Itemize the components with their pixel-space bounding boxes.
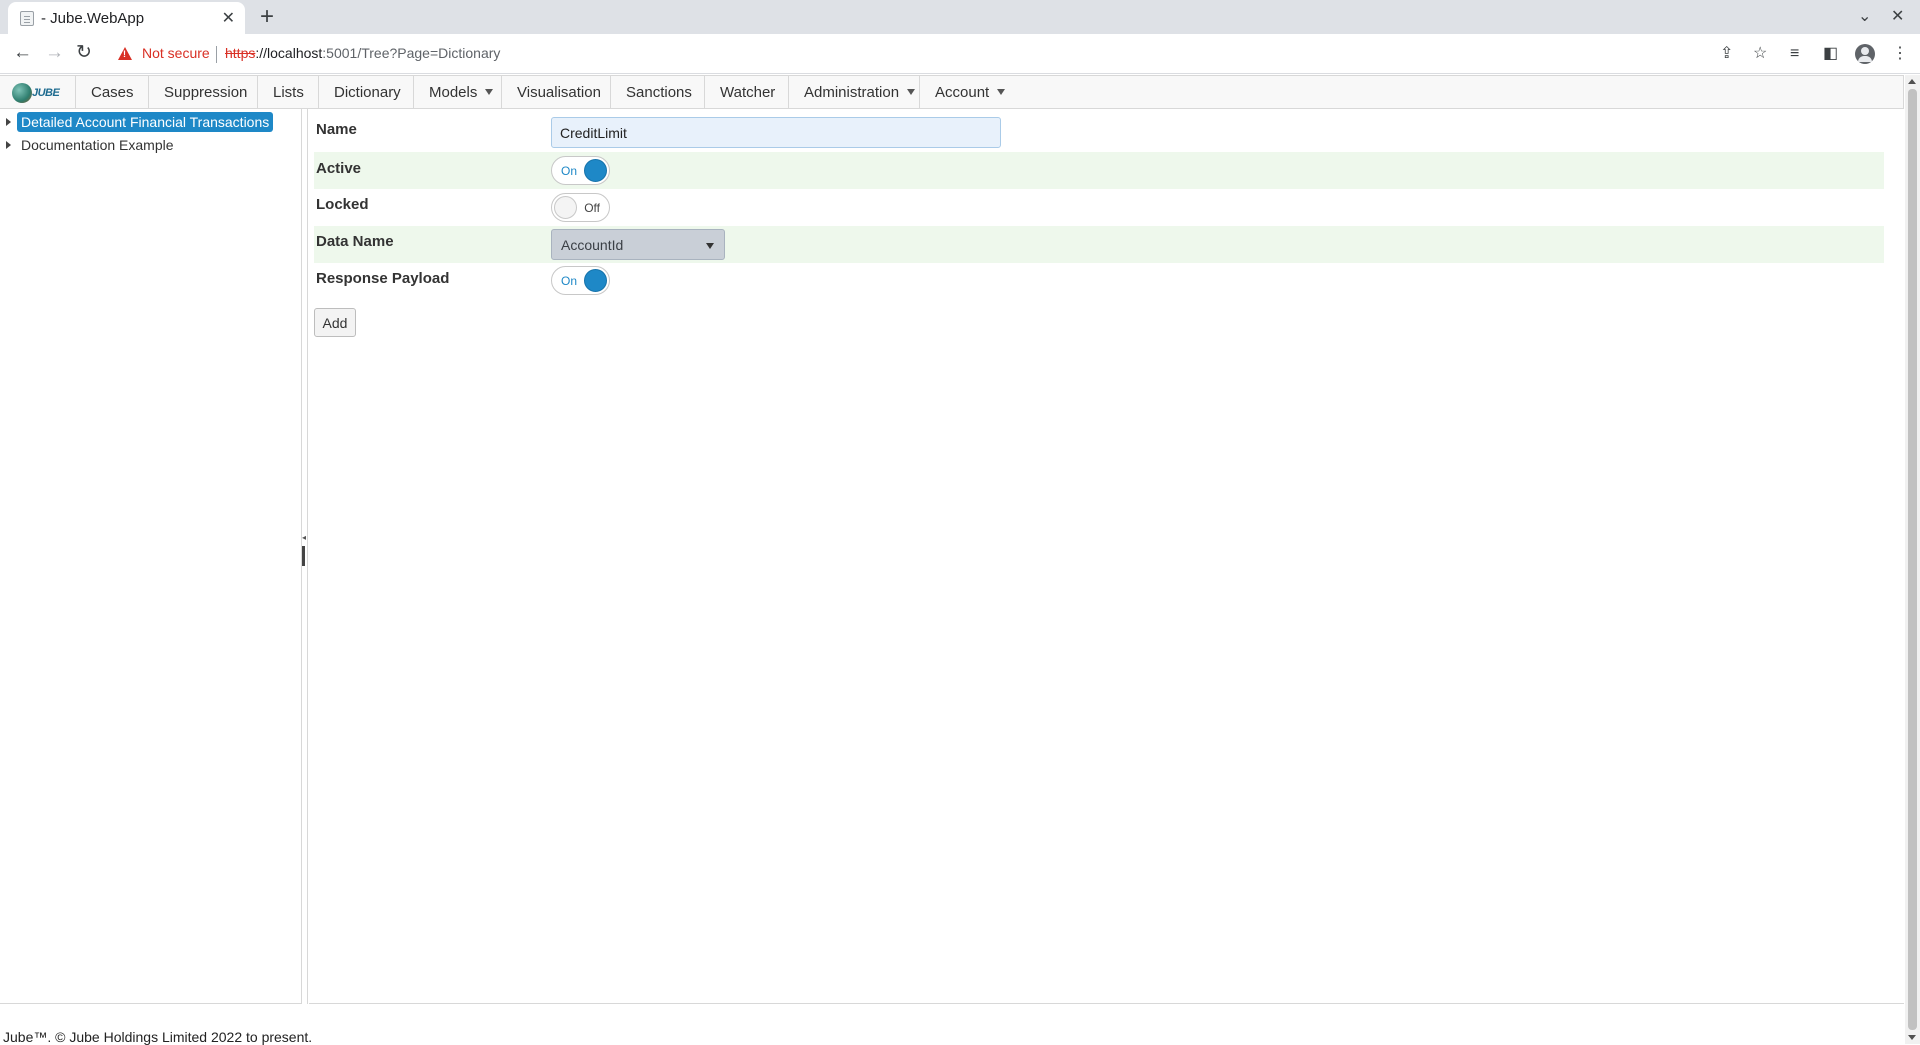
nav-dictionary[interactable]: Dictionary bbox=[318, 76, 416, 108]
reload-icon[interactable]: ↻ bbox=[76, 43, 92, 63]
locked-row: Locked Off bbox=[314, 189, 1884, 226]
locked-label: Locked bbox=[316, 196, 369, 213]
address-divider bbox=[216, 46, 217, 63]
chevron-down-icon bbox=[997, 89, 1006, 95]
nav-visualisation[interactable]: Visualisation bbox=[501, 76, 616, 108]
logo-text: JUBE bbox=[32, 87, 60, 99]
toggle-knob bbox=[584, 159, 607, 182]
scroll-up-arrow-icon[interactable] bbox=[1908, 79, 1916, 84]
address-bar-url[interactable]: https://localhost:5001/Tree?Page=Diction… bbox=[225, 45, 500, 61]
forward-arrow-icon[interactable]: → bbox=[45, 43, 64, 63]
locked-toggle-text: Off bbox=[584, 201, 600, 215]
data-name-row: Data Name AccountId bbox=[314, 226, 1884, 263]
nav-visualisation-label: Visualisation bbox=[517, 84, 601, 101]
expand-arrow-icon[interactable] bbox=[6, 141, 11, 149]
url-scheme: https bbox=[225, 45, 256, 61]
nav-account[interactable]: Account bbox=[919, 76, 1020, 108]
nav-watcher[interactable]: Watcher bbox=[704, 76, 790, 108]
data-name-select-value: AccountId bbox=[561, 237, 624, 253]
panel-splitter[interactable]: ◂ bbox=[302, 109, 308, 1004]
nav-suppression[interactable]: Suppression bbox=[148, 76, 262, 108]
data-name-label: Data Name bbox=[316, 233, 394, 250]
nav-models[interactable]: Models bbox=[413, 76, 508, 108]
jube-logo[interactable]: JUBE bbox=[10, 82, 60, 104]
nav-sanctions[interactable]: Sanctions bbox=[610, 76, 707, 108]
nav-account-label: Account bbox=[935, 84, 990, 101]
toggle-knob bbox=[554, 196, 577, 219]
tab-title: - Jube.WebApp bbox=[41, 10, 145, 27]
tree-node-label[interactable]: Documentation Example bbox=[17, 135, 178, 155]
active-toggle-text: On bbox=[561, 164, 578, 178]
active-row: Active On bbox=[314, 152, 1884, 189]
active-label: Active bbox=[316, 160, 362, 177]
nav-models-label: Models bbox=[429, 84, 478, 101]
profile-avatar-icon[interactable] bbox=[1855, 44, 1875, 64]
bookmark-star-icon[interactable]: ☆ bbox=[1753, 45, 1767, 63]
response-payload-label: Response Payload bbox=[316, 270, 450, 287]
collapse-arrow-icon[interactable]: ◂ bbox=[302, 533, 306, 542]
nav-administration[interactable]: Administration bbox=[788, 76, 930, 108]
footer-copyright: Jube™. © Jube Holdings Limited 2022 to p… bbox=[3, 1029, 313, 1045]
tree-node-label[interactable]: Detailed Account Financial Transactions bbox=[17, 112, 274, 132]
response-payload-row: Response Payload On bbox=[314, 263, 1884, 300]
page-favicon-icon bbox=[20, 11, 34, 26]
nav-cases[interactable]: Cases bbox=[75, 76, 149, 108]
dictionary-form: Name Active On Locked Off Data Name Acco… bbox=[309, 109, 1904, 1004]
response-payload-toggle[interactable]: On bbox=[551, 266, 610, 295]
reading-list-icon[interactable]: ≡ bbox=[1790, 45, 1799, 63]
scroll-down-arrow-icon[interactable] bbox=[1908, 1035, 1916, 1040]
tab-search-icon[interactable]: ⌄ bbox=[1858, 6, 1871, 26]
back-arrow-icon[interactable]: ← bbox=[13, 43, 32, 63]
expand-arrow-icon[interactable] bbox=[6, 118, 11, 126]
splitter-grip[interactable] bbox=[302, 546, 305, 566]
model-tree-panel: Detailed Account Financial Transactions … bbox=[0, 109, 302, 1004]
new-tab-button[interactable]: + bbox=[260, 3, 274, 31]
page-scrollbar[interactable] bbox=[1905, 75, 1920, 1044]
nav-lists-label: Lists bbox=[273, 84, 304, 101]
chevron-down-icon bbox=[706, 243, 714, 249]
browser-menu-icon[interactable]: ⋮ bbox=[1892, 45, 1908, 63]
tab-close-icon[interactable]: ✕ bbox=[222, 8, 235, 28]
data-name-select[interactable]: AccountId bbox=[551, 229, 725, 260]
url-path: :5001/Tree?Page=Dictionary bbox=[322, 45, 501, 61]
side-panel-icon[interactable]: ◧ bbox=[1823, 45, 1838, 63]
warning-icon[interactable] bbox=[118, 47, 132, 60]
app-navbar: JUBE Cases Suppression Lists Dictionary … bbox=[0, 75, 1904, 109]
add-button[interactable]: Add bbox=[314, 308, 356, 337]
nav-dictionary-label: Dictionary bbox=[334, 84, 401, 101]
nav-administration-label: Administration bbox=[804, 84, 900, 101]
name-label: Name bbox=[316, 121, 357, 138]
response-payload-toggle-text: On bbox=[561, 274, 578, 288]
active-toggle[interactable]: On bbox=[551, 156, 610, 185]
toggle-knob bbox=[584, 269, 607, 292]
browser-tab-bar: - Jube.WebApp ✕ + ⌄ ✕ bbox=[0, 0, 1920, 34]
not-secure-label[interactable]: Not secure bbox=[142, 45, 210, 61]
nav-sanctions-label: Sanctions bbox=[626, 84, 692, 101]
share-icon[interactable]: ⇪ bbox=[1720, 45, 1733, 63]
locked-toggle[interactable]: Off bbox=[551, 193, 610, 222]
chevron-down-icon bbox=[485, 89, 494, 95]
browser-tab[interactable]: - Jube.WebApp ✕ bbox=[8, 2, 245, 34]
logo-globe-icon bbox=[12, 83, 32, 103]
window-close-icon[interactable]: ✕ bbox=[1891, 6, 1904, 26]
name-input[interactable] bbox=[551, 117, 1001, 148]
name-row: Name bbox=[314, 109, 1884, 152]
nav-cases-label: Cases bbox=[91, 84, 134, 101]
nav-lists[interactable]: Lists bbox=[257, 76, 319, 108]
scroll-thumb[interactable] bbox=[1908, 89, 1917, 1030]
nav-suppression-label: Suppression bbox=[164, 84, 248, 101]
browser-toolbar: ← → ↻ Not secure https://localhost:5001/… bbox=[0, 34, 1920, 74]
chevron-down-icon bbox=[907, 89, 916, 95]
nav-watcher-label: Watcher bbox=[720, 84, 776, 101]
url-host: ://localhost bbox=[255, 45, 323, 61]
